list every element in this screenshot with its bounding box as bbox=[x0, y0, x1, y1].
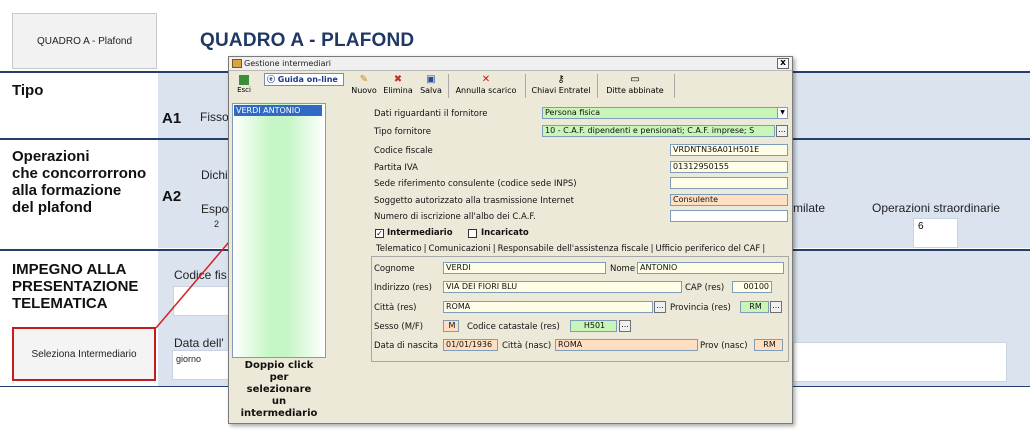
chiavi-entratel-button[interactable]: ⚷ Chiavi Entratel bbox=[528, 73, 594, 99]
numero-albo-field[interactable] bbox=[670, 210, 788, 222]
tab-telematico[interactable]: Telematico bbox=[374, 244, 424, 254]
toolbar-separator bbox=[448, 74, 449, 98]
toolbar: Esci ⓔ Guida on-line ✎ Nuovo ✖ Elimina ▣ Sa… bbox=[229, 72, 792, 100]
citta-browse-button[interactable]: ... bbox=[654, 301, 666, 313]
window-icon bbox=[232, 59, 242, 68]
assimilate-col-label: milate bbox=[793, 201, 826, 215]
elimina-button[interactable]: ✖ Elimina bbox=[381, 73, 415, 99]
cap-label: CAP (res) bbox=[685, 283, 725, 293]
citta-field[interactable]: ROMA bbox=[443, 301, 653, 313]
intermediario-checkbox[interactable]: ✓ bbox=[375, 229, 384, 238]
provincia-field[interactable]: RM bbox=[740, 301, 769, 313]
section-label-operazioni: Operazioni che concorrorrono alla formaz… bbox=[12, 148, 147, 216]
toolbar-separator bbox=[597, 74, 598, 98]
catastale-field[interactable]: H501 bbox=[570, 320, 617, 332]
tab-comunicazioni[interactable]: Comunicazioni bbox=[427, 244, 493, 254]
fisso-text: Fisso bbox=[200, 110, 229, 124]
sede-label: Sede riferimento consulente (codice sede… bbox=[374, 179, 577, 189]
straordinarie-col-label: Operazioni straordinarie bbox=[872, 201, 1001, 215]
codice-fiscale-field[interactable]: VRDNTN36A01H501E bbox=[670, 144, 788, 156]
sesso-field[interactable]: M bbox=[443, 320, 459, 332]
tab-ufficio-periferico[interactable]: Ufficio periferico del CAF bbox=[653, 244, 762, 254]
nascita-label: Data di nascita bbox=[374, 341, 439, 351]
citta-nasc-field[interactable]: ROMA bbox=[555, 339, 698, 351]
gestione-intermediari-dialog: Gestione intermediari x Esci ⓔ Guida on-… bbox=[228, 56, 793, 424]
intermediari-list[interactable]: VERDI ANTONIO bbox=[232, 103, 326, 358]
incaricato-label: Incaricato bbox=[481, 228, 529, 238]
new-icon: ✎ bbox=[359, 74, 369, 85]
prov-nasc-field[interactable]: RM bbox=[754, 339, 783, 351]
close-button[interactable]: x bbox=[777, 58, 789, 69]
data-label: Data dell' bbox=[174, 336, 224, 350]
catastale-label: Codice catastale (res) bbox=[467, 322, 560, 332]
dati-fornitore-label: Dati riguardanti il fornitore bbox=[374, 109, 488, 119]
exit-icon bbox=[239, 75, 249, 85]
nome-label: Nome bbox=[610, 264, 636, 274]
citta-label: Città (res) bbox=[374, 303, 417, 313]
cognome-label: Cognome bbox=[374, 264, 415, 274]
numero-albo-label: Numero di iscrizione all'albo dei C.A.F. bbox=[374, 212, 536, 222]
section-label-impegno: IMPEGNO ALLA PRESENTAZIONE TELEMATICA bbox=[12, 261, 139, 312]
dialog-title-bar: Gestione intermediari bbox=[229, 57, 792, 71]
delete-icon: ✖ bbox=[393, 74, 403, 85]
nome-field[interactable]: ANTONIO bbox=[637, 262, 784, 274]
prov-nasc-label: Prov (nasc) bbox=[700, 341, 748, 351]
tipo-fornitore-browse-button[interactable]: ... bbox=[776, 125, 788, 137]
tipo-fornitore-field[interactable]: 10 - C.A.F. dipendenti e pensionati; C.A… bbox=[542, 125, 775, 137]
double-click-hint: Doppio click per selezionare un intermed… bbox=[240, 360, 318, 419]
save-icon: ▣ bbox=[426, 74, 436, 85]
key-icon: ⚷ bbox=[557, 74, 565, 85]
tab-responsabile[interactable]: Responsabile dell'assistenza fiscale bbox=[496, 244, 651, 254]
giorno-input[interactable]: giorno bbox=[172, 350, 230, 380]
sesso-label: Sesso (M/F) bbox=[374, 322, 424, 332]
provincia-label: Provincia (res) bbox=[670, 303, 731, 313]
partita-iva-label: Partita IVA bbox=[374, 163, 418, 173]
ditte-abbinate-button[interactable]: ▭ Ditte abbinate bbox=[600, 73, 670, 99]
toolbar-separator bbox=[525, 74, 526, 98]
cognome-field[interactable]: VERDI bbox=[443, 262, 606, 274]
sede-field[interactable] bbox=[670, 177, 788, 189]
section-label-tipo: Tipo bbox=[12, 82, 44, 99]
window-link-icon: ▭ bbox=[630, 74, 640, 85]
codice-fiscale-label: Codice fiscale bbox=[374, 146, 433, 156]
indirizzo-field[interactable]: VIA DEI FIORI BLU bbox=[443, 281, 682, 293]
straordinarie-input[interactable]: 6 bbox=[913, 218, 958, 248]
salva-button[interactable]: ▣ Salva bbox=[417, 73, 445, 99]
soggetto-field[interactable]: Consulente bbox=[670, 194, 788, 206]
list-item[interactable]: VERDI ANTONIO bbox=[234, 105, 322, 116]
annulla-scarico-button[interactable]: ✕ Annulla scarico bbox=[451, 73, 521, 99]
tab-strip: Telematico | Comunicazioni | Responsabile de… bbox=[374, 244, 766, 254]
row-code-a1: A1 bbox=[162, 110, 182, 127]
nuovo-button[interactable]: ✎ Nuovo bbox=[349, 73, 379, 99]
dichi-text: Dichi bbox=[201, 168, 228, 182]
toolbar-separator bbox=[674, 74, 675, 98]
cap-field[interactable]: 00100 bbox=[732, 281, 772, 293]
esci-button[interactable]: Esci bbox=[234, 74, 254, 98]
page-title: QUADRO A - PLAFOND bbox=[200, 30, 415, 51]
citta-nasc-label: Città (nasc) bbox=[502, 341, 552, 351]
quadro-a-button[interactable]: QUADRO A - Plafond bbox=[12, 13, 157, 69]
nascita-field[interactable]: 01/01/1936 bbox=[443, 339, 498, 351]
date-area-input[interactable] bbox=[793, 342, 1007, 382]
help-icon: ⓔ bbox=[267, 75, 278, 84]
dati-fornitore-select[interactable]: Persona fisica ▼ bbox=[542, 107, 788, 119]
cancel-x-icon: ✕ bbox=[481, 74, 491, 85]
intermediario-label: Intermediario bbox=[387, 228, 453, 238]
incaricato-checkbox[interactable] bbox=[468, 229, 477, 238]
indirizzo-label: Indirizzo (res) bbox=[374, 283, 432, 293]
soggetto-label: Soggetto autorizzato alla trasmissione I… bbox=[374, 196, 574, 206]
seleziona-intermediario-button[interactable]: Seleziona Intermediario bbox=[12, 327, 156, 381]
partita-iva-field[interactable]: 01312950155 bbox=[670, 161, 788, 173]
catastale-browse-button[interactable]: ... bbox=[619, 320, 631, 332]
provincia-browse-button[interactable]: ... bbox=[770, 301, 782, 313]
tipo-fornitore-label: Tipo fornitore bbox=[374, 127, 431, 137]
chevron-down-icon[interactable]: ▼ bbox=[777, 108, 787, 118]
guida-online-button[interactable]: ⓔ Guida on-line bbox=[264, 73, 344, 86]
